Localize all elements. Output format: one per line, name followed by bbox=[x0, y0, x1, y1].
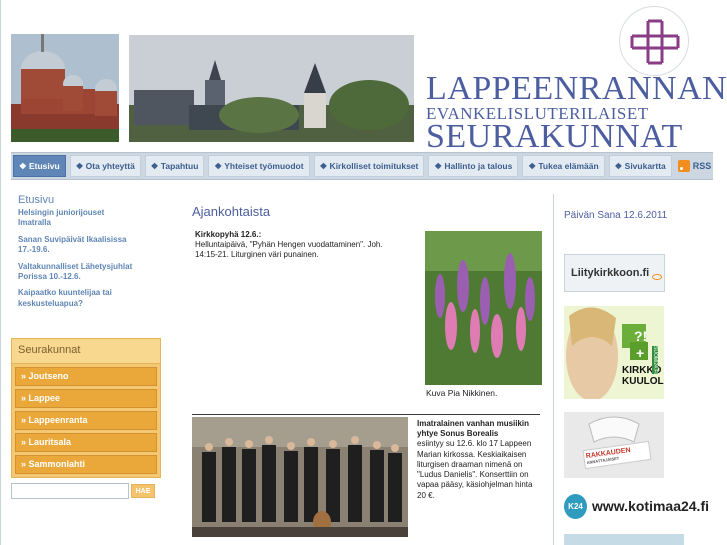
parish-item-sammonlahti[interactable]: » Sammonlahti bbox=[15, 455, 157, 474]
nav-item-sivukartta[interactable]: ❖ Sivukartta bbox=[608, 155, 672, 177]
choir-photo bbox=[192, 417, 408, 537]
sidebar-link-lahetysjuhlat[interactable]: Valtakunnalliset Lähetysjuhlat Porissa 1… bbox=[18, 262, 138, 283]
parish-item-joutseno[interactable]: » Joutseno bbox=[15, 367, 157, 386]
nav-item-tukea-elamaan[interactable]: ❖ Tukea elämään bbox=[522, 155, 605, 177]
sidebar-link-juniorijouset[interactable]: Helsingin juniorijouset Imatralla bbox=[18, 208, 138, 229]
rss-link[interactable]: RSS bbox=[677, 160, 712, 172]
svg-text:+: + bbox=[636, 345, 644, 361]
sidebar-title[interactable]: Etusivu bbox=[18, 194, 161, 206]
news-1-title: Kirkkopyhä 12.6.: bbox=[195, 230, 262, 239]
sidebar: Etusivu Helsingin juniorijouset Imatrall… bbox=[11, 194, 161, 309]
nav-item-yhteiset-tyomuodot[interactable]: ❖ Yhteiset työmuodot bbox=[208, 155, 310, 177]
photo-caption: Kuva Pia Nikkinen. bbox=[426, 388, 498, 398]
liitykirkkoon-banner[interactable]: Liitykirkkoon.fi bbox=[564, 254, 665, 292]
main-nav: ❖ Etusivu ❖ Ota yhteyttä ❖ Tapahtuu ❖ Yh… bbox=[11, 152, 713, 180]
town-churches-photo bbox=[129, 35, 414, 142]
suomi24-label: SUOMI24.FI bbox=[652, 346, 658, 374]
parish-item-lappeenranta[interactable]: » Lappeenranta bbox=[15, 411, 157, 430]
svg-text:?!: ?! bbox=[634, 328, 647, 344]
cross-logo-icon[interactable] bbox=[619, 6, 689, 76]
liitykirkkoon-text: Liitykirkkoon.fi bbox=[571, 267, 650, 279]
rss-icon bbox=[677, 160, 690, 172]
search-input[interactable] bbox=[11, 483, 129, 499]
logo-line-3: SEURAKUNNAT bbox=[426, 118, 683, 155]
logo-line-1: LAPPEENRANNAN bbox=[426, 70, 727, 107]
news-2: Imatralainen vanhan musiikin yhtye Sonus… bbox=[417, 419, 542, 501]
fish-icon bbox=[652, 274, 663, 280]
header: LAPPEENRANNAN EVANKELISLUTERILAISET SEUR… bbox=[1, 0, 727, 155]
church-photo bbox=[11, 34, 119, 142]
k24-badge-icon: K24 bbox=[564, 493, 588, 519]
right-column: Päivän Sana 12.6.2011 Liitykirkkoon.fi ?… bbox=[553, 194, 727, 545]
page: LAPPEENRANNAN EVANKELISLUTERILAISET SEUR… bbox=[0, 0, 727, 545]
news-divider bbox=[192, 414, 540, 415]
rakkauden-annattajaiset-banner[interactable]: RAKKAUDEN ANNATTAJAISET bbox=[564, 412, 664, 478]
kotimaa24-text: www.kotimaa24.fi bbox=[592, 498, 709, 514]
nav-item-etusivu[interactable]: ❖ Etusivu bbox=[13, 155, 66, 177]
nav-item-ota-yhteytta[interactable]: ❖ Ota yhteyttä bbox=[69, 155, 141, 177]
nav-item-kirkolliset-toimitukset[interactable]: ❖ Kirkolliset toimitukset bbox=[313, 155, 425, 177]
nav-item-tapahtuu[interactable]: ❖ Tapahtuu bbox=[144, 155, 205, 177]
parishes-title: Seurakunnat bbox=[12, 339, 160, 364]
rss-label: RSS bbox=[692, 161, 712, 171]
nav-item-hallinto-ja-talous[interactable]: ❖ Hallinto ja talous bbox=[428, 155, 519, 177]
sidebar-link-keskusteluapua[interactable]: Kaipaatko kuuntelijaa tai keskusteluapua… bbox=[18, 288, 138, 309]
parish-item-lauritsala[interactable]: » Lauritsala bbox=[15, 433, 157, 452]
kirkko-kuulolla-banner[interactable]: ?! + KIRKKO KUULOLLA SUOMI24.FI bbox=[564, 306, 664, 399]
sidebar-link-suvipaivat[interactable]: Sanan Suvipäivät Ikaalisissa 17.-19.6. bbox=[18, 235, 138, 256]
day-word-link[interactable]: Päivän Sana 12.6.2011 bbox=[564, 210, 667, 221]
kotimaa24-banner[interactable]: K24 www.kotimaa24.fi bbox=[564, 491, 709, 521]
page-title: Ajankohtaista bbox=[192, 204, 271, 219]
search-button[interactable]: HAE bbox=[131, 484, 155, 498]
parishes-panel: Seurakunnat » Joutseno » Lappee » Lappee… bbox=[11, 338, 161, 478]
site-logo[interactable]: LAPPEENRANNAN EVANKELISLUTERILAISET SEUR… bbox=[426, 70, 727, 155]
lupin-photo bbox=[425, 231, 542, 385]
news-2-text: esiintyy su 12.6. klo 17 Lappeen Marian … bbox=[417, 439, 533, 500]
parish-item-lappee[interactable]: » Lappee bbox=[15, 389, 157, 408]
news-1-text: Helluntaipäivä, "Pyhän Hengen vuodattami… bbox=[195, 240, 383, 259]
search-form: HAE bbox=[11, 483, 161, 499]
bottom-banner[interactable] bbox=[564, 534, 684, 545]
news-2-title: Imatralainen vanhan musiikin yhtye Sonus… bbox=[417, 419, 530, 439]
